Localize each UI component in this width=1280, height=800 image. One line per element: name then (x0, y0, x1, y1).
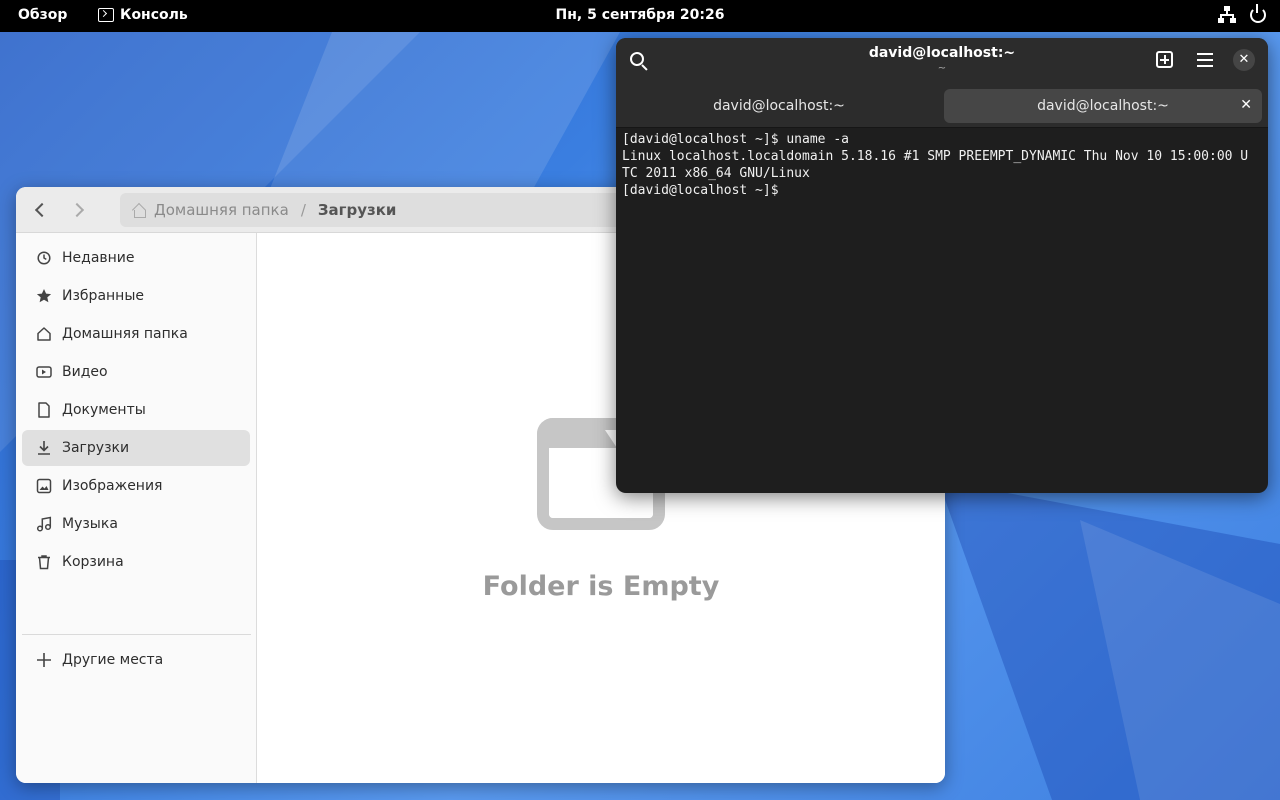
network-icon[interactable] (1218, 6, 1236, 24)
path-separator: / (300, 201, 306, 219)
sidebar-item-label: Недавние (62, 250, 135, 266)
star-icon (36, 288, 52, 304)
sidebar-item-label: Избранные (62, 288, 144, 304)
sidebar-item-label: Другие места (62, 652, 164, 668)
new-tab-icon[interactable] (1156, 51, 1173, 68)
terminal-window: david@localhost:~ ~ ✕ david@localhost:~ … (616, 38, 1268, 493)
app-menu-label: Консоль (120, 7, 188, 23)
terminal-line: [david@localhost ~]$ (622, 183, 787, 198)
sidebar-item-label: Корзина (62, 554, 124, 570)
back-button[interactable] (28, 198, 52, 222)
sidebar-divider (22, 634, 251, 635)
sidebar-item-label: Документы (62, 402, 146, 418)
chevron-right-icon (69, 202, 85, 218)
terminal-output[interactable]: [david@localhost ~]$ uname -a Linux local… (622, 131, 1262, 199)
download-icon (36, 440, 52, 456)
clock-icon (36, 250, 52, 266)
sidebar-item-label: Домашняя папка (62, 326, 188, 342)
app-menu-button[interactable]: Консоль (98, 7, 188, 23)
sidebar-item-starred[interactable]: Избранные (22, 278, 250, 314)
empty-folder-message: Folder is Empty (482, 571, 720, 602)
sidebar-item-music[interactable]: Музыка (22, 506, 250, 542)
document-icon (36, 402, 52, 418)
sidebar-item-downloads[interactable]: Загрузки (22, 430, 250, 466)
home-icon (132, 204, 146, 218)
home-icon (36, 326, 52, 342)
path-home[interactable]: Домашняя папка (154, 201, 289, 219)
activities-button[interactable]: Обзор (18, 7, 67, 23)
terminal-tab-bar: david@localhost:~ david@localhost:~ ✕ (616, 84, 1268, 128)
chevron-left-icon (34, 202, 50, 218)
hamburger-menu-icon[interactable] (1197, 53, 1213, 67)
video-icon (36, 364, 52, 380)
terminal-line: [david@localhost ~]$ uname -a (622, 132, 849, 147)
sidebar-item-documents[interactable]: Документы (22, 392, 250, 428)
terminal-tab-active[interactable]: david@localhost:~ ✕ (944, 89, 1262, 123)
sidebar-item-recent[interactable]: Недавние (22, 240, 250, 276)
sidebar-item-videos[interactable]: Видео (22, 354, 250, 390)
forward-button[interactable] (67, 198, 91, 222)
sidebar-item-label: Музыка (62, 516, 118, 532)
image-icon (36, 478, 52, 494)
clock-label[interactable]: Пн, 5 сентября 20:26 (556, 7, 725, 23)
sidebar-item-pictures[interactable]: Изображения (22, 468, 250, 504)
path-current[interactable]: Загрузки (318, 201, 397, 219)
sidebar-item-home[interactable]: Домашняя папка (22, 316, 250, 352)
close-window-button[interactable]: ✕ (1233, 49, 1255, 71)
sidebar-item-other-locations[interactable]: Другие места (22, 642, 250, 678)
sidebar-item-label: Загрузки (62, 440, 130, 456)
terminal-tab[interactable]: david@localhost:~ (622, 89, 936, 123)
terminal-tab-label: david@localhost:~ (1037, 98, 1169, 114)
terminal-line: TC 2011 x86_64 GNU/Linux (622, 166, 810, 181)
close-tab-icon[interactable]: ✕ (1240, 97, 1252, 113)
system-tray[interactable] (1218, 4, 1266, 24)
clock: Пн, 5 сентября 20:26 (0, 7, 1280, 23)
top-bar: Обзор Консоль Пн, 5 сентября 20:26 (0, 0, 1280, 32)
terminal-headerbar: david@localhost:~ ~ ✕ (616, 38, 1268, 84)
terminal-icon (98, 8, 114, 22)
sidebar-item-label: Видео (62, 364, 108, 380)
trash-icon (36, 554, 52, 570)
sidebar-item-trash[interactable]: Корзина (22, 544, 250, 580)
places-sidebar: Недавние Избранные Домашняя папка Видео … (16, 233, 257, 783)
sidebar-item-label: Изображения (62, 478, 163, 494)
power-icon[interactable] (1250, 4, 1266, 23)
path-bar[interactable]: Домашняя папка / Загрузки (120, 193, 640, 227)
music-icon (36, 516, 52, 532)
terminal-line: Linux localhost.localdomain 5.18.16 #1 S… (622, 149, 1249, 164)
plus-icon (36, 652, 52, 668)
terminal-tab-label: david@localhost:~ (713, 98, 845, 114)
